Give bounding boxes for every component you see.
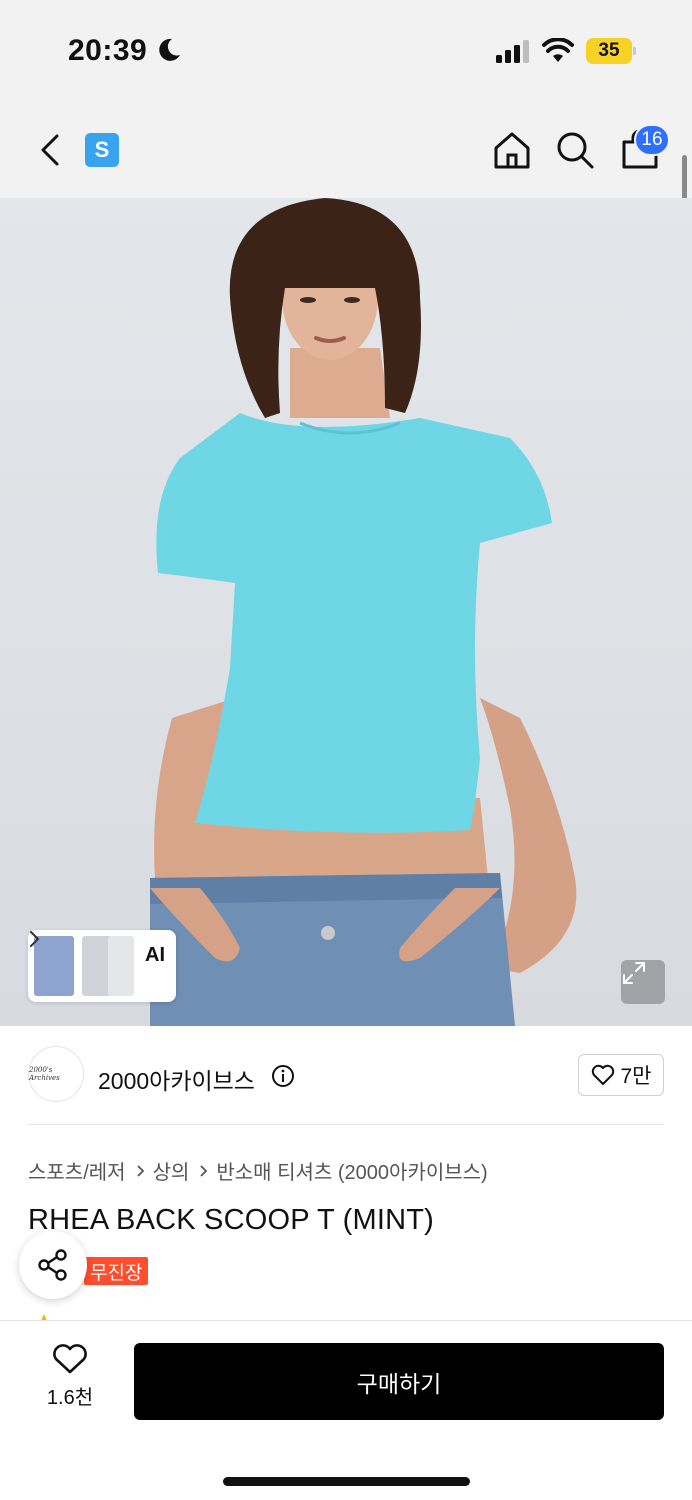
divider <box>28 1124 664 1125</box>
buy-button[interactable]: 구매하기 <box>134 1343 664 1420</box>
back-icon <box>41 134 59 166</box>
expand-icon <box>623 962 645 984</box>
breadcrumb: 스포츠/레저 상의 반소매 티셔츠 (2000아카이브스) <box>28 1156 488 1185</box>
brand-logo[interactable]: 2000's Archives <box>28 1046 84 1102</box>
promo-badge: 무진장 <box>84 1257 149 1285</box>
status-bar: 20:39 35 <box>0 0 692 100</box>
moon-icon <box>159 38 180 61</box>
heart-icon <box>53 1344 87 1374</box>
ai-styling-card[interactable]: AI <box>28 930 176 1002</box>
ai-label: AI <box>145 944 165 966</box>
expand-button[interactable] <box>621 960 665 1004</box>
wishlist-button[interactable]: 1.6천 <box>30 1343 110 1423</box>
product-title: RHEA BACK SCOOP T (MINT) <box>28 1204 435 1236</box>
signal-icon <box>496 40 529 63</box>
share-button[interactable] <box>19 1231 87 1299</box>
home-icon[interactable] <box>492 130 532 170</box>
ai-thumbnail <box>34 936 74 996</box>
model-illustration <box>150 198 577 1026</box>
chevron-right-icon <box>30 931 40 947</box>
battery-tip <box>633 47 636 55</box>
heart-icon <box>591 1064 614 1085</box>
breadcrumb-item[interactable]: 반소매 티셔츠 (2000아카이브스) <box>216 1156 487 1185</box>
battery-icon: 35 <box>586 38 632 64</box>
brand-like-button[interactable]: 7만 <box>578 1054 664 1096</box>
brand-like-count: 7만 <box>620 1065 652 1088</box>
cart-count-badge: 16 <box>634 124 670 156</box>
share-icon <box>38 1249 67 1281</box>
chevron-right-icon <box>199 1164 208 1178</box>
back-button[interactable] <box>32 130 68 170</box>
product-image[interactable]: AI <box>0 198 692 1026</box>
status-time: 20:39 <box>68 34 148 67</box>
brand-row[interactable]: 2000's Archives 2000아카이브스 7만 <box>0 1026 692 1126</box>
search-icon[interactable] <box>555 130 595 170</box>
ai-thumbnail <box>108 936 134 996</box>
bottom-action-bar: 1.6천 구매하기 <box>0 1320 692 1500</box>
breadcrumb-item[interactable]: 스포츠/레저 <box>28 1156 126 1185</box>
top-nav: S <box>0 100 692 198</box>
brand-name[interactable]: 2000아카이브스 <box>98 1062 255 1096</box>
breadcrumb-item[interactable]: 상의 <box>153 1156 190 1185</box>
info-icon[interactable] <box>271 1064 295 1088</box>
wishlist-count: 1.6천 <box>46 1387 94 1409</box>
chevron-right-icon <box>136 1164 145 1178</box>
store-badge[interactable]: S <box>85 133 119 167</box>
home-indicator[interactable] <box>223 1477 470 1486</box>
wifi-icon <box>542 38 574 62</box>
